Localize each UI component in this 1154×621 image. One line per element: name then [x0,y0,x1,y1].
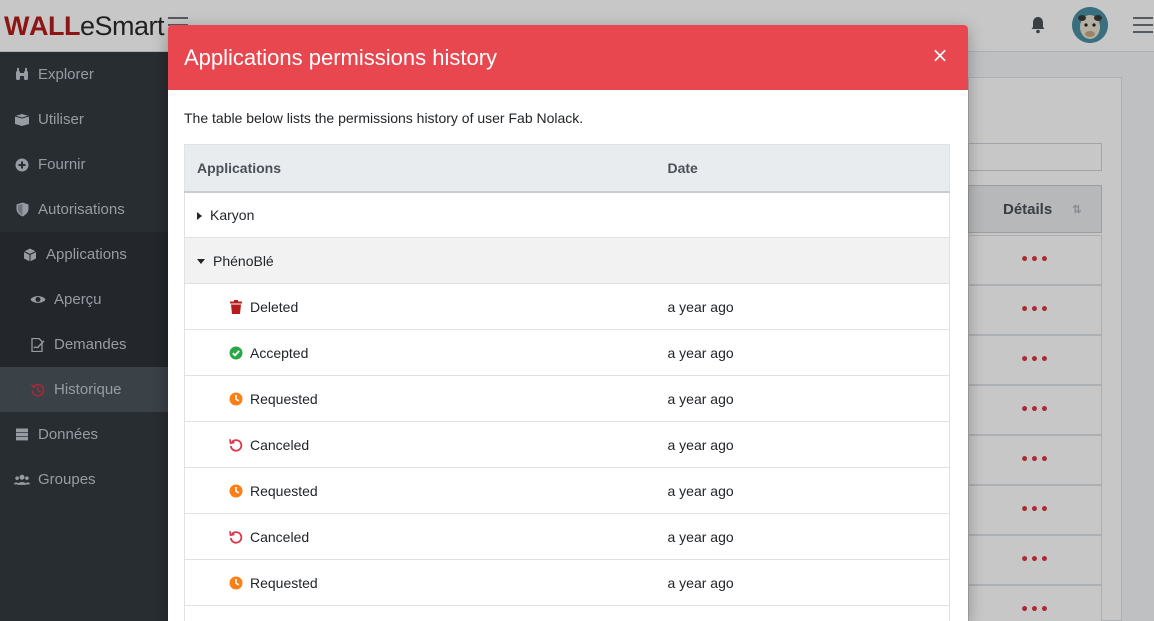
date-cell: a year ago [667,482,734,499]
table-row: Requested a year ago [184,467,950,514]
date-cell: a year ago [667,390,734,407]
table-row: Canceled a year ago [184,421,950,468]
caret-right-icon[interactable] [197,212,202,221]
modal-description: The table below lists the permissions hi… [184,110,584,126]
table-row: Requested a year ago [184,559,950,606]
status-label: Accepted [250,344,309,361]
trash-icon [229,299,243,314]
table-row [184,605,950,621]
table-row: Deleted a year ago [184,283,950,330]
date-cell: a year ago [667,298,734,315]
modal-body: The table below lists the permissions hi… [168,110,968,621]
column-header-date: Date [667,144,950,193]
date-cell: a year ago [667,344,734,361]
status-label: Requested [250,482,318,499]
status-label: Deleted [250,298,299,315]
table-header-row: Applications Date [184,144,950,193]
modal-header: Applications permissions history × [168,25,968,90]
date-cell: a year ago [667,528,734,545]
group-name: Karyon [210,206,255,223]
column-header-applications: Applications [184,144,668,193]
group-name: PhénoBlé [213,252,274,269]
date-cell: a year ago [667,574,734,591]
group-row-phenoble[interactable]: PhénoBlé [184,237,950,284]
status-label: Canceled [250,436,310,453]
clock-icon [229,392,243,406]
status-label: Canceled [250,528,310,545]
undo-icon [229,438,243,452]
table-row: Requested a year ago [184,375,950,422]
permissions-history-modal: Applications permissions history × The t… [168,25,968,621]
status-label: Requested [250,390,318,407]
clock-icon [229,576,243,590]
undo-icon [229,530,243,544]
table-row: Accepted a year ago [184,329,950,376]
permissions-history-table: Applications Date Karyon PhénoBlé Delete… [184,144,950,621]
status-label: Requested [250,574,318,591]
group-row-karyon[interactable]: Karyon [184,191,950,238]
check-circle-icon [229,346,243,360]
caret-down-icon[interactable] [197,259,205,265]
table-row: Canceled a year ago [184,513,950,560]
modal-title: Applications permissions history [184,44,498,70]
clock-icon [229,484,243,498]
date-cell: a year ago [667,436,734,453]
close-button[interactable]: × [930,45,950,65]
